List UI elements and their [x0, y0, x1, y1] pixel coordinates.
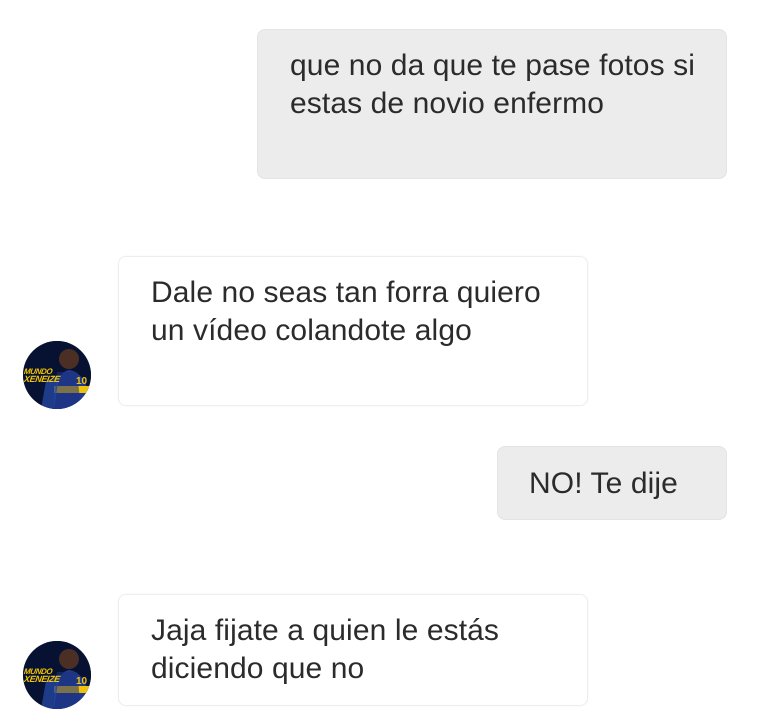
incoming-message-bubble[interactable]: Dale no seas tan forra quiero un vídeo c… — [118, 256, 588, 406]
message-text: NO! Te dije — [529, 467, 678, 500]
outgoing-message-bubble[interactable]: NO! Te dije — [497, 446, 727, 520]
avatar-logo-text-bottom: XENEIZE — [23, 674, 61, 684]
jersey-number: 10 — [76, 676, 88, 687]
chat-thread: que no da que te pase fotos si estas de … — [0, 0, 765, 720]
message-text: Dale no seas tan forra quiero un vídeo c… — [151, 276, 541, 347]
contact-avatar[interactable]: MUNDO XENEIZE 10 — [23, 641, 91, 709]
message-text: que no da que te pase fotos si estas de … — [290, 49, 695, 120]
contact-avatar[interactable]: MUNDO XENEIZE 10 — [23, 341, 91, 409]
jersey-number: 10 — [76, 376, 88, 387]
incoming-message-bubble[interactable]: Jaja fijate a quien le estás diciendo qu… — [118, 594, 588, 706]
outgoing-message-bubble[interactable]: que no da que te pase fotos si estas de … — [257, 29, 727, 179]
message-text: Jaja fijate a quien le estás diciendo qu… — [151, 614, 500, 685]
avatar-logo-text-bottom: XENEIZE — [23, 374, 61, 384]
